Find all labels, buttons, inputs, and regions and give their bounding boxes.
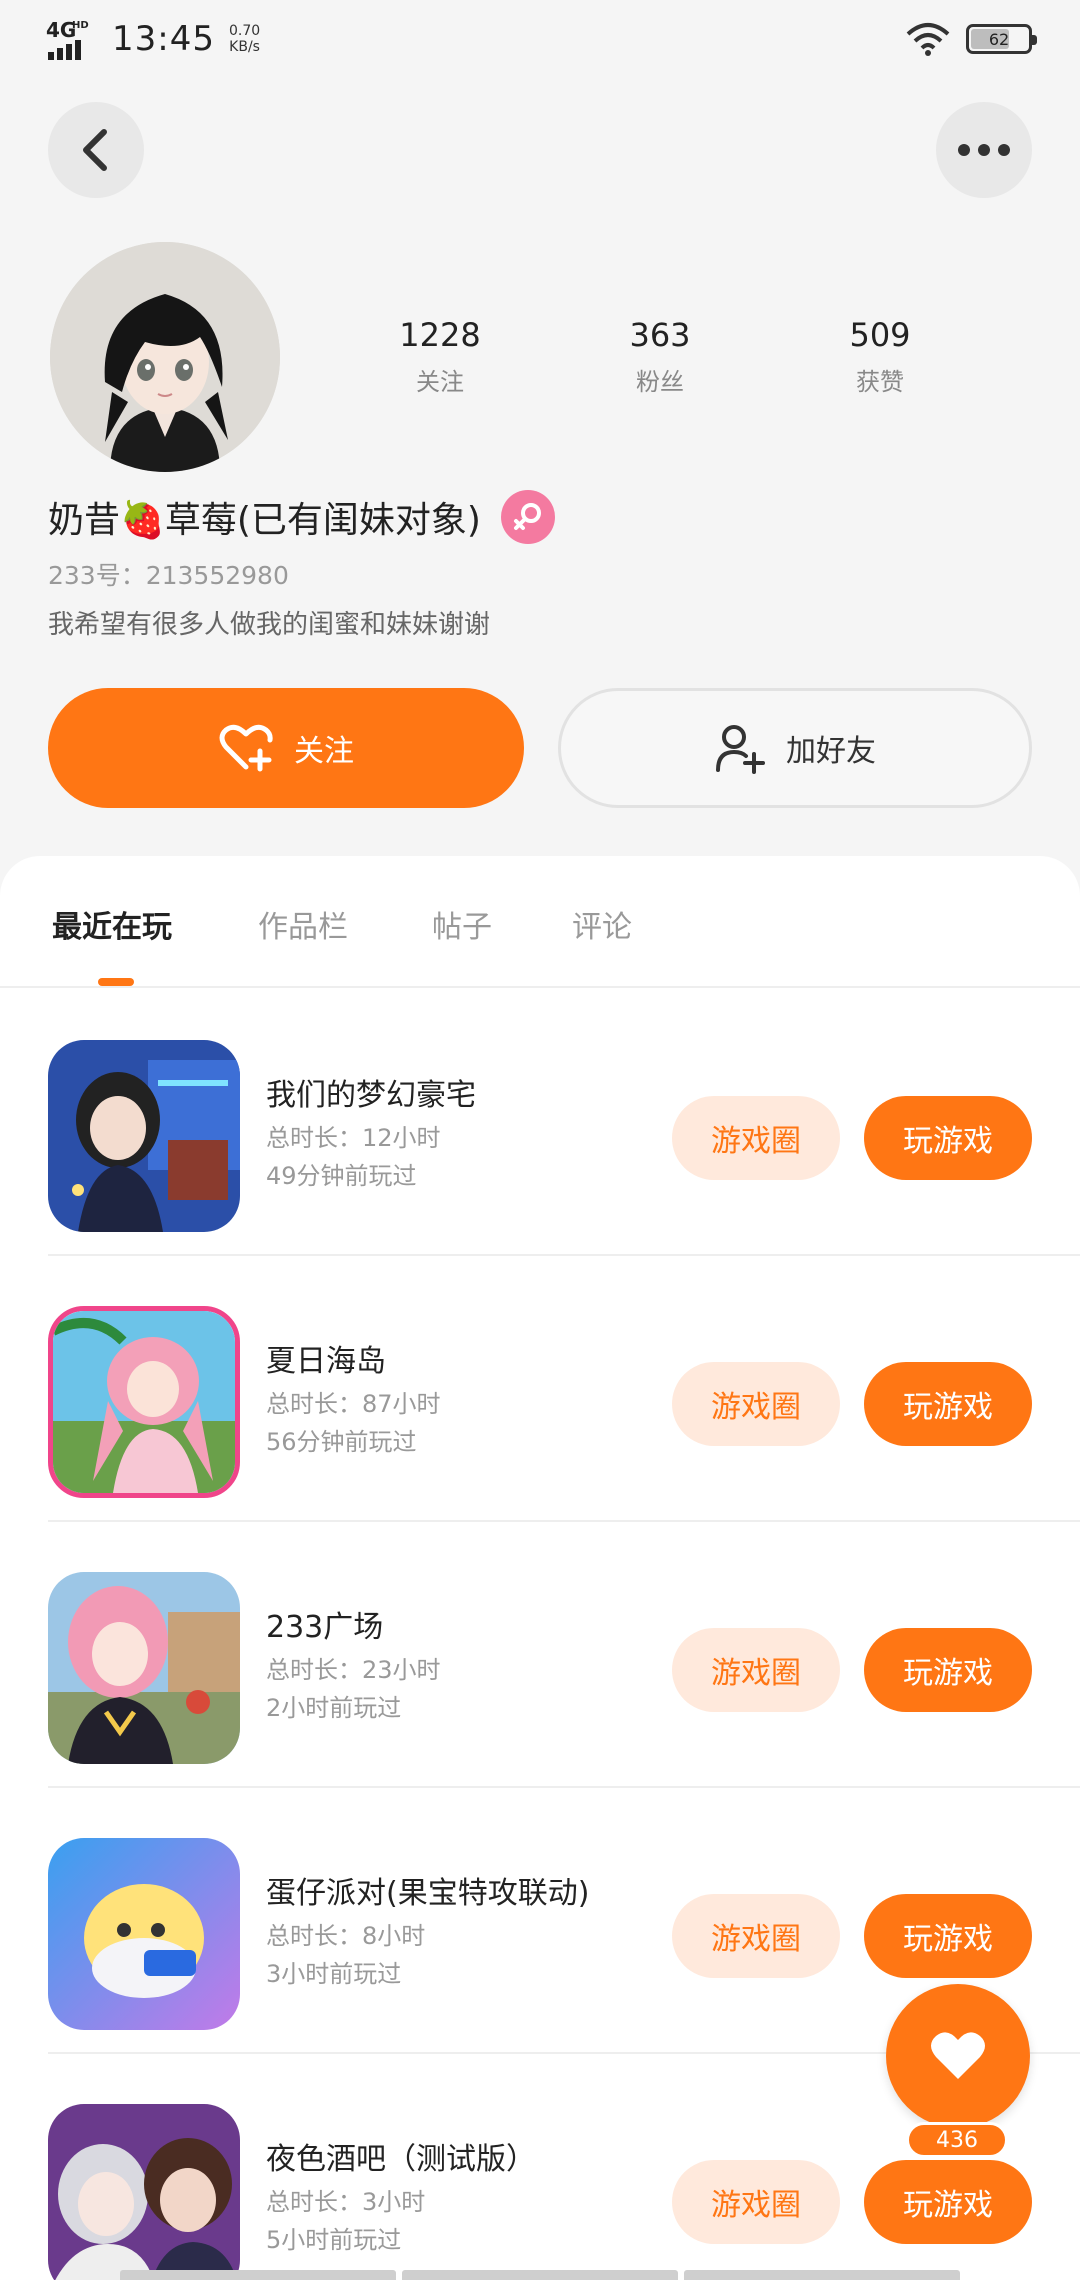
game-duration: 总时长：12小时 [266,1124,441,1152]
play-game-button[interactable]: 玩游戏 [864,1096,1032,1180]
tab-comments[interactable]: 评论 [572,902,632,946]
add-friend-label: 加好友 [786,734,876,769]
game-icon[interactable] [48,1572,240,1764]
game-icon[interactable] [48,1040,240,1232]
more-button[interactable] [936,102,1032,198]
heart-plus-icon [219,724,273,772]
tab-posts[interactable]: 帖子 [432,902,492,946]
list-item[interactable]: 夏日海岛 总时长：87小时 56分钟前玩过 游戏圈 玩游戏 [48,1256,1080,1522]
game-title: 我们的梦幻豪宅 [266,1078,476,1113]
game-title: 蛋仔派对(果宝特攻联动) [266,1876,590,1911]
game-circle-button[interactable]: 游戏圈 [672,1362,840,1446]
add-friend-button[interactable]: 加好友 [558,688,1032,808]
profile-stats: 1228 关注 363 粉丝 509 获赞 [330,316,990,397]
tab-works[interactable]: 作品栏 [258,902,348,946]
list-item[interactable]: 我们的梦幻豪宅 总时长：12小时 49分钟前玩过 游戏圈 玩游戏 [48,990,1080,1256]
game-title: 夏日海岛 [266,1344,386,1379]
name-row: 奶昔🍓草莓(已有闺妹对象) [48,490,555,544]
play-game-button[interactable]: 玩游戏 [864,1628,1032,1712]
battery-icon: 62 [966,24,1037,54]
game-duration: 总时长：3小时 [266,2188,426,2216]
game-duration: 总时长：23小时 [266,1656,441,1684]
stat-likes[interactable]: 509 获赞 [800,316,960,397]
game-last-played: 56分钟前玩过 [266,1428,417,1456]
play-game-button[interactable]: 玩游戏 [864,1362,1032,1446]
like-count-badge: 436 [906,2122,1008,2158]
network-hd: HD [72,20,89,31]
battery-level: 62 [988,29,1010,49]
bio: 我希望有很多人做我的闺蜜和妹妹谢谢 [48,610,491,640]
floating-like-button[interactable] [886,1984,1030,2128]
game-title: 233广场 [266,1610,384,1645]
tab-indicator [98,978,134,986]
game-last-played: 2小时前玩过 [266,1694,402,1722]
signal-icon: 4G HD [46,18,100,60]
tab-recent[interactable]: 最近在玩 [52,902,172,946]
game-circle-button[interactable]: 游戏圈 [672,1628,840,1712]
back-button[interactable] [48,102,144,198]
game-duration: 总时长：8小时 [266,1922,426,1950]
play-game-button[interactable]: 玩游戏 [864,1894,1032,1978]
clock: 13:45 [112,19,215,59]
game-last-played: 49分钟前玩过 [266,1162,417,1190]
female-icon [500,490,555,544]
tab-bar: 最近在玩 作品栏 帖子 评论 [0,856,1080,988]
game-duration: 总时长：87小时 [266,1390,441,1418]
play-game-button[interactable]: 玩游戏 [864,2160,1032,2244]
stat-following[interactable]: 1228 关注 [360,316,520,397]
game-last-played: 5小时前玩过 [266,2226,402,2254]
game-circle-button[interactable]: 游戏圈 [672,1096,840,1180]
follow-button[interactable]: 关注 [48,688,524,808]
network-speed: 0.70 KB/s [228,23,261,55]
game-icon[interactable] [48,1838,240,2030]
game-title: 夜色酒吧（测试版） [266,2142,536,2177]
game-circle-button[interactable]: 游戏圈 [672,1894,840,1978]
status-bar: 4G HD 13:45 0.70 KB/s 62 [0,0,1080,80]
game-icon[interactable] [48,2104,240,2280]
add-user-icon [716,725,765,774]
wifi-icon [906,23,950,56]
follow-label: 关注 [294,734,354,769]
game-last-played: 3小时前玩过 [266,1960,402,1988]
heart-icon [931,2032,985,2079]
back-icon [83,129,107,171]
bottom-scroll-indicator [120,2270,960,2280]
stat-followers[interactable]: 363 粉丝 [580,316,740,397]
list-item[interactable]: 233广场 总时长：23小时 2小时前玩过 游戏圈 玩游戏 [48,1522,1080,1788]
user-id: 233号：213552980 [48,561,289,590]
avatar[interactable] [50,242,280,472]
more-icon [958,144,1010,156]
game-circle-button[interactable]: 游戏圈 [672,2160,840,2244]
game-icon[interactable] [48,1306,240,1498]
profile-name: 奶昔🍓草莓(已有闺妹对象) [48,500,481,541]
